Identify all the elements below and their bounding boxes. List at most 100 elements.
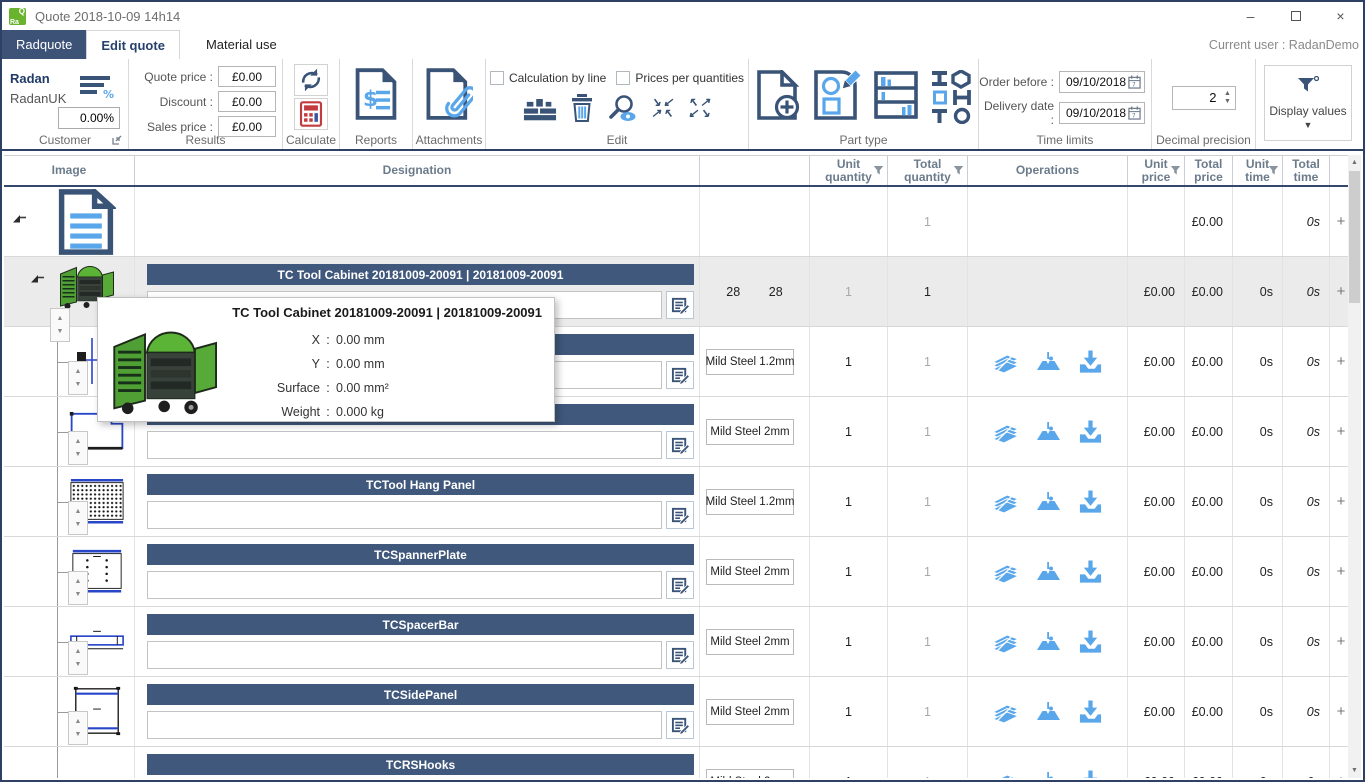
material-box[interactable]: Mild Steel 1.2mm [706,349,794,375]
filter-funnel-icon[interactable] [1170,165,1181,176]
table-row[interactable]: ▲▼ TCRSHooks Mild Steel 2mm 1 1 [4,747,1352,778]
header-material[interactable] [700,156,810,185]
close-button[interactable]: × [1318,2,1363,30]
bend-press-icon[interactable] [1035,489,1062,515]
unload-icon[interactable] [1078,419,1103,445]
unit-quantity-cell[interactable] [810,187,888,256]
header-total-price[interactable]: Total price [1185,156,1233,185]
quantity-spinner[interactable]: ▲▼ [68,641,88,675]
calendar-icon[interactable]: 7 [1128,106,1141,120]
bend-press-icon[interactable] [1035,699,1062,725]
cut-sheets-icon[interactable] [992,489,1019,515]
bend-press-icon[interactable] [1035,349,1062,375]
quantity-spinner[interactable]: ▲▼ [68,571,88,605]
stock-shelf-icon[interactable] [873,70,919,120]
unit-quantity-cell[interactable]: 1 [810,327,888,396]
header-unit-time[interactable]: Unit time [1233,156,1283,185]
hooks-thumbnail-icon[interactable] [68,760,126,778]
quote-price-value[interactable]: £0.00 [218,66,276,87]
unload-icon[interactable] [1078,489,1103,515]
unload-icon[interactable] [1078,629,1103,655]
description-input[interactable] [147,431,662,459]
material-box[interactable]: Mild Steel 2mm [706,769,794,779]
material-box[interactable]: Mild Steel 2mm [706,699,794,725]
table-row[interactable]: ▲▼ TCSpannerPlate Mild Steel 2mm 1 1 [4,537,1352,607]
material-box[interactable]: Mild Steel 2mm [706,629,794,655]
header-operations[interactable]: Operations [968,156,1128,185]
dialog-launcher-icon[interactable] [112,134,123,145]
calculate-button[interactable] [294,98,328,130]
header-unit-price[interactable]: Unit price [1128,156,1185,185]
collapse-arrow-icon[interactable] [12,213,27,224]
unload-icon[interactable] [1078,699,1103,725]
edit-note-button[interactable] [666,501,694,529]
customer-percent-input[interactable] [58,107,120,129]
designation-bar[interactable]: TCSpannerPlate [147,544,694,565]
vertical-scrollbar[interactable]: ▲ ▼ [1348,155,1361,778]
designation-bar[interactable]: TCSpacerBar [147,614,694,635]
unit-quantity-cell[interactable]: 1 [810,257,888,326]
quantity-spinner[interactable]: ▲▼ [68,431,88,465]
table-row[interactable]: ▲▼ TCSpacerBar Mild Steel 2mm 1 1 [4,607,1352,677]
display-values-button[interactable]: Display values ▼ [1264,65,1352,141]
unit-quantity-cell[interactable]: 1 [810,677,888,746]
quantity-spinner[interactable]: ▲▼ [68,361,88,395]
scrollbar-thumb[interactable] [1349,171,1360,303]
table-row[interactable]: 1 £0.00 0s + [4,187,1352,257]
minimize-button[interactable]: – [1228,2,1273,30]
header-total-quantity[interactable]: Total quantity [888,156,968,185]
reports-button[interactable]: $ [340,68,412,120]
filter-funnel-icon[interactable] [1268,165,1279,176]
unit-quantity-cell[interactable]: 1 [810,467,888,536]
cut-sheets-icon[interactable] [992,419,1019,445]
edit-note-button[interactable] [666,571,694,599]
material-box[interactable]: Mild Steel 1.2mm [706,489,794,515]
description-input[interactable] [147,501,662,529]
expand-all-icon[interactable]: ↖↗↙↘ [687,97,711,119]
tab-material-use[interactable]: Material use [192,30,291,59]
designation-bar[interactable]: TCRSHooks [147,754,694,775]
cut-sheets-icon[interactable] [992,629,1019,655]
description-input[interactable] [147,641,662,669]
bend-press-icon[interactable] [1035,769,1062,779]
collapse-arrow-icon[interactable] [30,273,45,284]
delete-trash-icon[interactable] [570,94,594,122]
cut-sheets-icon[interactable] [992,349,1019,375]
table-row[interactable]: ▲▼ TCSidePanel Mild Steel 2mm 1 1 [4,677,1352,747]
nesting-bricks-icon[interactable] [523,95,557,121]
profile-shapes-icon[interactable] [930,70,972,124]
edit-note-button[interactable] [666,641,694,669]
edit-note-button[interactable] [666,361,694,389]
edit-note-button[interactable] [666,291,694,319]
filter-funnel-icon[interactable] [873,165,884,176]
attachments-button[interactable] [413,68,485,120]
refresh-button[interactable] [294,64,328,96]
bend-press-icon[interactable] [1035,629,1062,655]
cut-sheets-icon[interactable] [992,699,1019,725]
header-designation[interactable]: Designation [135,156,700,185]
discount-value[interactable]: £0.00 [218,91,276,112]
order-before-date-input[interactable]: 09/10/2018 7 [1059,71,1145,93]
quantity-spinner[interactable]: ▲▼ [68,711,88,745]
collapse-all-icon[interactable]: ↘↙↗↖ [650,97,674,119]
scroll-down-icon[interactable]: ▼ [1348,763,1361,778]
bend-press-icon[interactable] [1035,559,1062,585]
document-thumbnail-icon[interactable] [54,189,118,255]
decimal-precision-spinner[interactable]: 2 ▲▼ [1172,86,1236,110]
unit-quantity-cell[interactable]: 1 [810,747,888,778]
unload-icon[interactable] [1078,559,1103,585]
header-total-time[interactable]: Total time [1283,156,1330,185]
tab-radquote[interactable]: Radquote [2,30,86,59]
add-part-icon[interactable] [755,70,801,120]
designation-bar[interactable]: TCSidePanel [147,684,694,705]
spinner-arrows-icon[interactable]: ▲▼ [1221,87,1235,109]
unit-quantity-cell[interactable]: 1 [810,607,888,676]
maximize-button[interactable] [1273,2,1318,30]
unit-quantity-cell[interactable]: 1 [810,397,888,466]
unload-icon[interactable] [1078,769,1103,779]
tab-edit-quote[interactable]: Edit quote [86,30,180,59]
unit-quantity-cell[interactable]: 1 [810,537,888,606]
designation-bar[interactable]: TC Tool Cabinet 20181009-20091 | 2018100… [147,264,694,285]
prices-per-quantities-checkbox[interactable]: Prices per quantities [616,71,744,85]
header-image[interactable]: Image [4,156,135,185]
